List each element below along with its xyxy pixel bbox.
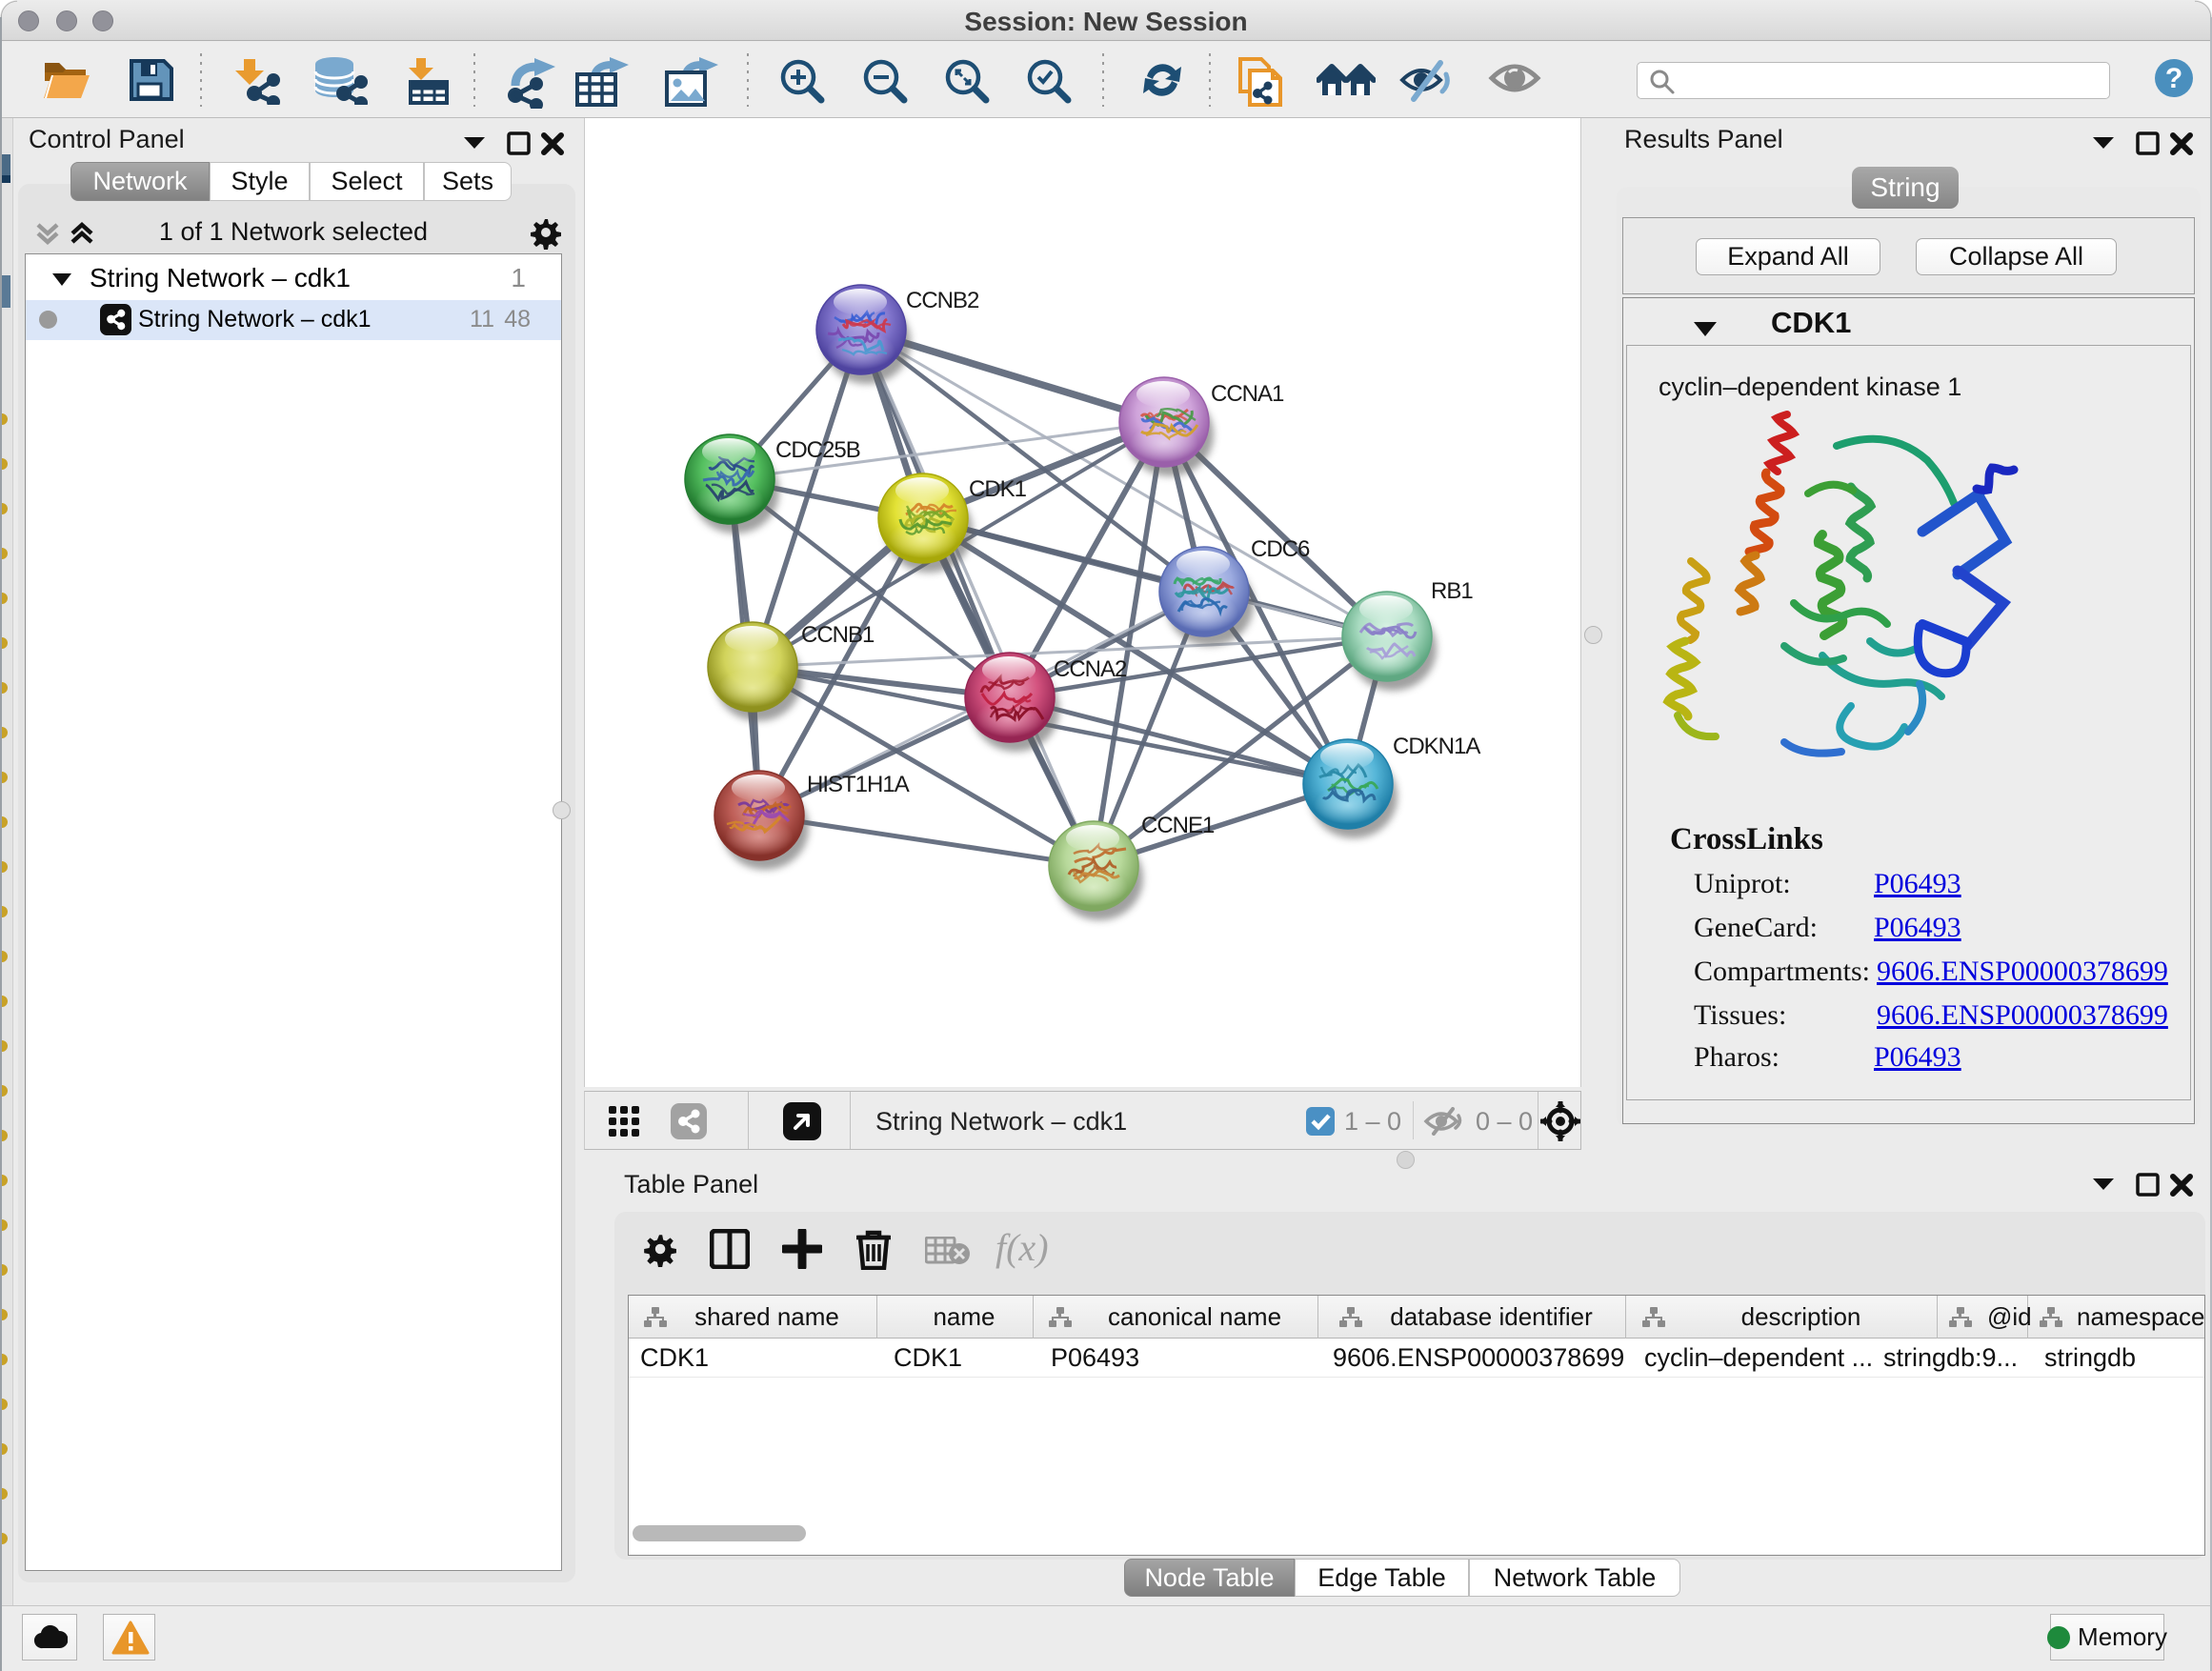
svg-text:CDC25B: CDC25B — [775, 437, 860, 463]
svg-text:CCNE1: CCNE1 — [1141, 813, 1215, 838]
svg-text:CDC6: CDC6 — [1251, 536, 1310, 562]
svg-text:CCNB2: CCNB2 — [906, 288, 979, 313]
svg-text:RB1: RB1 — [1431, 578, 1473, 604]
svg-text:CCNB1: CCNB1 — [801, 622, 875, 648]
svg-text:?: ? — [2165, 63, 2182, 94]
svg-text:CDKN1A: CDKN1A — [1393, 734, 1480, 759]
svg-text:CCNA1: CCNA1 — [1211, 381, 1284, 407]
svg-text:CCNA2: CCNA2 — [1054, 656, 1127, 682]
svg-text:CDK1: CDK1 — [969, 476, 1027, 502]
svg-text:HIST1H1A: HIST1H1A — [807, 772, 910, 797]
